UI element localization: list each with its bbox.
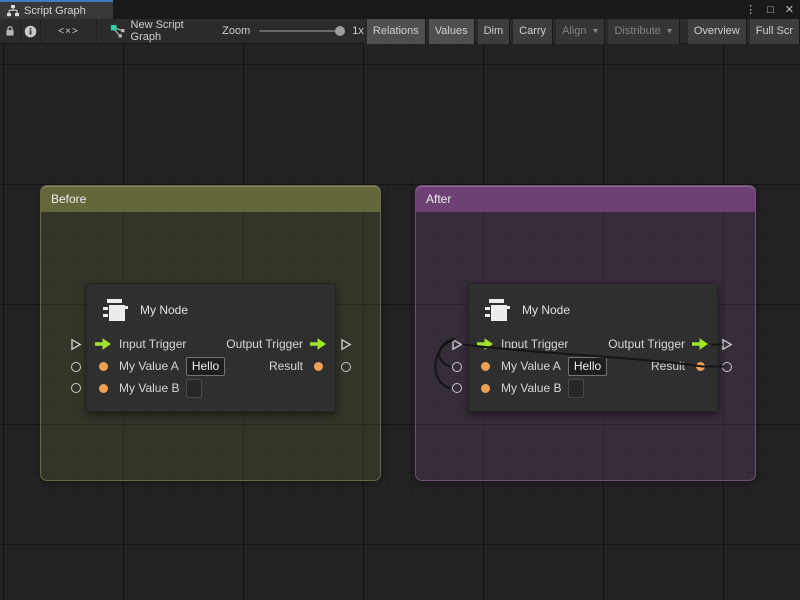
value-a-input[interactable]: Hello <box>568 357 607 376</box>
tab-script-graph[interactable]: Script Graph <box>0 0 113 19</box>
value-a-port-icon[interactable] <box>477 362 494 371</box>
info-button[interactable] <box>21 19 42 44</box>
window-controls: ⋮ □ ✕ <box>745 0 794 19</box>
value-b-label: My Value B <box>119 381 179 395</box>
chevron-down-icon: ▼ <box>590 28 599 35</box>
dim-toggle[interactable]: Dim <box>477 19 511 44</box>
value-b-port-icon[interactable] <box>95 384 112 393</box>
node-my-node-after[interactable]: My Node Input Trigger Output Trigger <box>468 283 718 412</box>
value-b-input[interactable] <box>568 379 584 398</box>
value-a-row: My Value A Hello Result <box>469 355 717 377</box>
input-trigger-label: Input Trigger <box>119 337 186 351</box>
trigger-row: Input Trigger Output Trigger <box>469 333 717 355</box>
tab-label: Script Graph <box>24 5 86 17</box>
values-toggle[interactable]: Values <box>428 19 475 44</box>
unit-icon <box>484 299 511 322</box>
result-label: Result <box>269 359 303 373</box>
relations-toggle[interactable]: Relations <box>366 19 426 44</box>
hierarchy-icon <box>7 5 19 17</box>
external-value-a-marker[interactable] <box>452 362 462 372</box>
zoom-control: Zoom 1x <box>222 25 364 37</box>
graph-name-cluster: New Script Graph <box>97 19 209 43</box>
external-value-a-marker[interactable] <box>71 362 81 372</box>
graph-canvas[interactable]: Before My Node <box>0 44 800 600</box>
unit-icon <box>102 299 129 322</box>
result-port-icon[interactable] <box>692 362 709 371</box>
group-after[interactable]: After My Node <box>415 185 756 481</box>
external-input-trigger-marker[interactable] <box>451 338 463 356</box>
external-output-trigger-marker[interactable] <box>721 338 733 356</box>
output-trigger-port-icon[interactable] <box>310 338 327 350</box>
zoom-slider[interactable] <box>259 30 343 32</box>
input-trigger-port-icon[interactable] <box>95 338 112 350</box>
distribute-dropdown[interactable]: Distribute ▼ <box>607 19 679 44</box>
result-port-icon[interactable] <box>310 362 327 371</box>
code-icon: <×> <box>58 26 79 37</box>
code-preview-button[interactable]: <×> <box>41 19 96 44</box>
zoom-value: 1x <box>352 25 364 37</box>
node-header: My Node <box>469 284 717 323</box>
node-header: My Node <box>87 284 335 323</box>
lock-icon <box>4 25 16 37</box>
result-label: Result <box>651 359 685 373</box>
value-a-port-icon[interactable] <box>95 362 112 371</box>
value-b-input[interactable] <box>186 379 202 398</box>
graph-name-label: New Script Graph <box>131 19 199 43</box>
input-trigger-label: Input Trigger <box>501 337 568 351</box>
value-b-row: My Value B <box>87 377 335 399</box>
overview-button[interactable]: Overview <box>687 19 747 44</box>
input-trigger-port-icon[interactable] <box>477 338 494 350</box>
graph-icon <box>111 25 125 38</box>
external-result-marker[interactable] <box>722 362 732 372</box>
value-a-label: My Value A <box>119 359 179 373</box>
external-input-trigger-marker[interactable] <box>70 338 82 356</box>
external-output-trigger-marker[interactable] <box>340 338 352 356</box>
port-rows: Input Trigger Output Trigger My Value A … <box>469 333 717 399</box>
toolbar-buttons: Relations Values Dim Carry Align ▼ Distr… <box>364 19 800 44</box>
node-my-node-before[interactable]: My Node Input Trigger Output Trigger <box>86 283 336 412</box>
node-title: My Node <box>522 303 570 317</box>
window-menu-button[interactable]: ⋮ <box>745 3 756 16</box>
fullscreen-button[interactable]: Full Scr <box>749 19 800 44</box>
group-before[interactable]: Before My Node <box>40 185 381 481</box>
zoom-label: Zoom <box>222 25 250 37</box>
group-before-header[interactable]: Before <box>41 186 380 212</box>
node-title: My Node <box>140 303 188 317</box>
graph-toolbar: <×> New Script Graph Zoom 1x Relati <box>0 19 800 44</box>
group-title: Before <box>51 192 86 206</box>
carry-toggle[interactable]: Carry <box>512 19 553 44</box>
chevron-down-icon: ▼ <box>665 28 674 35</box>
output-trigger-label: Output Trigger <box>226 337 303 351</box>
external-value-b-marker[interactable] <box>71 383 81 393</box>
value-a-label: My Value A <box>501 359 561 373</box>
group-title: After <box>426 192 451 206</box>
value-b-row: My Value B <box>469 377 717 399</box>
script-graph-window: Script Graph ⋮ □ ✕ <box>0 0 800 600</box>
port-rows: Input Trigger Output Trigger My Value A … <box>87 333 335 399</box>
close-button[interactable]: ✕ <box>785 3 794 16</box>
info-icon <box>24 25 37 38</box>
output-trigger-port-icon[interactable] <box>692 338 709 350</box>
external-value-b-marker[interactable] <box>452 383 462 393</box>
external-result-marker[interactable] <box>341 362 351 372</box>
align-dropdown[interactable]: Align ▼ <box>555 19 605 44</box>
zoom-slider-thumb[interactable] <box>335 26 345 36</box>
tab-bar: Script Graph ⋮ □ ✕ <box>0 0 800 19</box>
lock-button[interactable] <box>0 19 21 44</box>
value-a-input[interactable]: Hello <box>186 357 225 376</box>
value-b-label: My Value B <box>501 381 561 395</box>
trigger-row: Input Trigger Output Trigger <box>87 333 335 355</box>
group-after-header[interactable]: After <box>416 186 755 212</box>
output-trigger-label: Output Trigger <box>608 337 685 351</box>
value-b-port-icon[interactable] <box>477 384 494 393</box>
maximize-button[interactable]: □ <box>767 4 774 16</box>
value-a-row: My Value A Hello Result <box>87 355 335 377</box>
